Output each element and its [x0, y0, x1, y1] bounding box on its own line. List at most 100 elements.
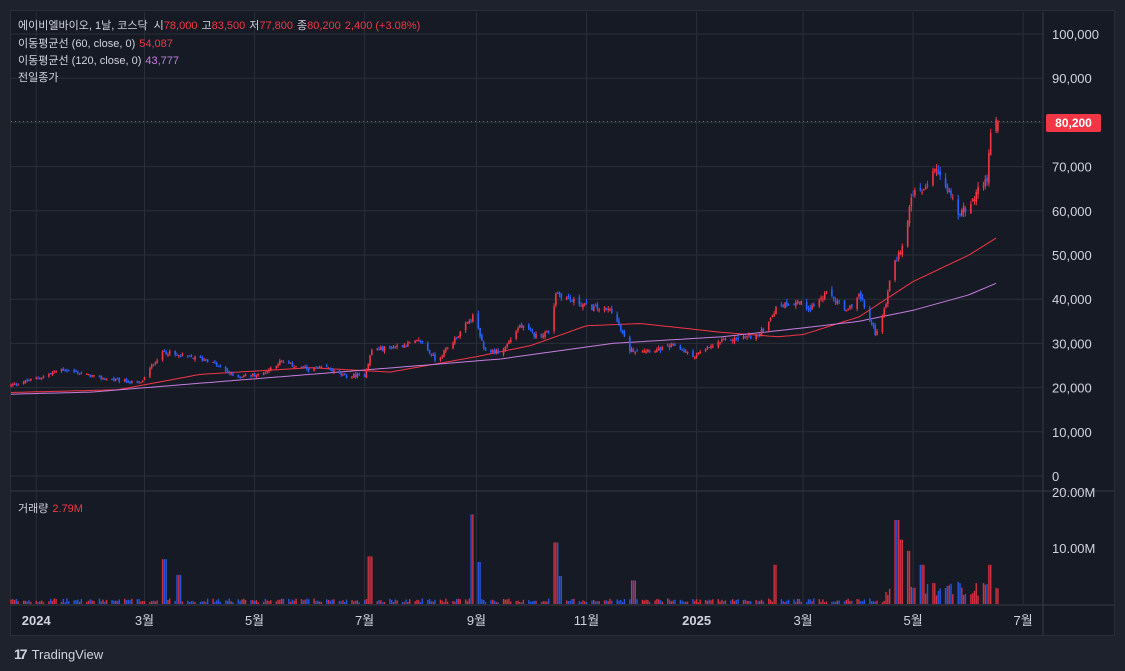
- price-axis[interactable]: 0 10,000 20,000 30,000 40,000 50,000 60,000 70,…: [1052, 27, 1099, 484]
- volume-bar: [831, 601, 833, 604]
- candle-body: [616, 314, 619, 322]
- volume-bar: [37, 602, 39, 604]
- volume-bar: [39, 601, 41, 604]
- volume-axis[interactable]: 10.00M 20.00M: [1052, 485, 1095, 556]
- candle-body: [253, 373, 256, 377]
- candle-body: [679, 345, 682, 350]
- volume-bar: [300, 599, 303, 604]
- candle-body: [529, 329, 532, 331]
- candle-body: [131, 380, 133, 384]
- candle-body: [156, 360, 158, 363]
- candle-body: [573, 298, 575, 303]
- volume-bar: [327, 599, 330, 604]
- candle-body: [114, 378, 117, 381]
- legend-ma120[interactable]: 이동평균선 (120, close, 0) 43,777: [18, 54, 183, 68]
- volume-bar: [60, 601, 63, 604]
- volume-bar: [91, 600, 93, 604]
- candle-body: [843, 300, 846, 311]
- volume-tick-label: 20.00M: [1052, 485, 1095, 500]
- volume-bar: [674, 599, 676, 604]
- volume-bar: [833, 601, 835, 604]
- candle-body: [970, 203, 972, 214]
- candle-body: [724, 338, 727, 340]
- legend-ohlc[interactable]: 에이비엘바이오, 1날, 코스닥 시78,000 고83,500 저77,800 종80…: [18, 19, 424, 33]
- volume-bar: [174, 600, 176, 604]
- candle-body: [188, 355, 191, 357]
- volume-bar: [921, 564, 923, 604]
- candle-body: [232, 373, 234, 376]
- candle-body: [959, 214, 961, 216]
- candle-body: [795, 302, 797, 306]
- candle-body: [896, 260, 898, 262]
- volume-bar: [834, 601, 837, 604]
- candle-body: [113, 378, 115, 381]
- volume-bar: [742, 600, 745, 604]
- volume-bar: [519, 601, 521, 604]
- volume-bar: [795, 602, 797, 604]
- volume-bar: [376, 601, 378, 604]
- candle-body: [454, 337, 456, 344]
- candle-body: [165, 352, 167, 354]
- volume-bar: [481, 599, 483, 604]
- legend-volume[interactable]: 거래량 2.79M: [18, 502, 87, 516]
- volume-bar: [12, 599, 14, 604]
- candle-body: [378, 348, 380, 351]
- candle-body: [885, 304, 887, 308]
- volume-bar: [239, 600, 241, 604]
- candle-body: [257, 373, 259, 376]
- candle-body: [598, 309, 600, 311]
- candle-body: [528, 324, 530, 330]
- volume-bar: [787, 599, 790, 604]
- price-tick-label: 50,000: [1052, 248, 1092, 263]
- candle-body: [553, 306, 555, 332]
- volume-bar: [847, 598, 849, 604]
- candle-body: [542, 335, 545, 338]
- volume-bar: [896, 520, 898, 604]
- candle-body: [695, 355, 698, 359]
- candle-body: [289, 362, 292, 364]
- candle-body: [315, 367, 317, 369]
- volume-bar: [529, 601, 532, 604]
- candle-body: [787, 304, 790, 306]
- volume-bar: [470, 514, 472, 604]
- candle-body: [67, 370, 70, 372]
- volume-bar: [320, 601, 323, 604]
- candle-body: [179, 356, 182, 358]
- legend-ma60[interactable]: 이동평균선 (60, close, 0) 54,087: [18, 37, 177, 51]
- volume-bar: [118, 599, 120, 604]
- volume-bar: [775, 564, 777, 604]
- tradingview-brand[interactable]: 17 TradingView: [14, 646, 103, 662]
- candle-body: [731, 340, 734, 342]
- volume-bar: [131, 598, 133, 604]
- volume-bar: [836, 600, 839, 604]
- volume-bar: [686, 601, 689, 604]
- volume-bar: [125, 600, 128, 604]
- volume-bar: [504, 599, 507, 604]
- volume-bar: [212, 598, 214, 604]
- time-axis[interactable]: 2024 3월 5월 7월 9월 11월 2025 3월 5월 7월: [22, 613, 1033, 628]
- volume-bar: [252, 600, 254, 604]
- candle-body: [66, 370, 68, 372]
- candle-body: [282, 361, 285, 363]
- volume-bar: [906, 550, 909, 604]
- volume-bar: [697, 602, 700, 604]
- candle-body: [329, 368, 332, 370]
- volume-bar: [858, 599, 860, 604]
- legend-prev-close[interactable]: 전일종가: [18, 71, 62, 85]
- volume-bar: [645, 599, 647, 604]
- volume-bar: [302, 600, 304, 604]
- volume-bar: [782, 601, 784, 604]
- volume-bar: [441, 600, 443, 604]
- volume-bar: [270, 600, 272, 604]
- volume-bar: [86, 601, 88, 604]
- volume-bar: [268, 601, 270, 604]
- candle-body: [333, 369, 335, 373]
- candle-body: [847, 308, 849, 311]
- chart-canvas[interactable]: 0 10,000 20,000 30,000 40,000 50,000 60,000 70,…: [0, 0, 1125, 640]
- candle-body: [683, 350, 685, 353]
- volume-bar: [692, 599, 694, 604]
- legend-close-label: 종: [297, 20, 308, 32]
- volume-bar: [55, 598, 57, 604]
- volume-bar: [93, 600, 95, 604]
- candle-body: [316, 367, 319, 369]
